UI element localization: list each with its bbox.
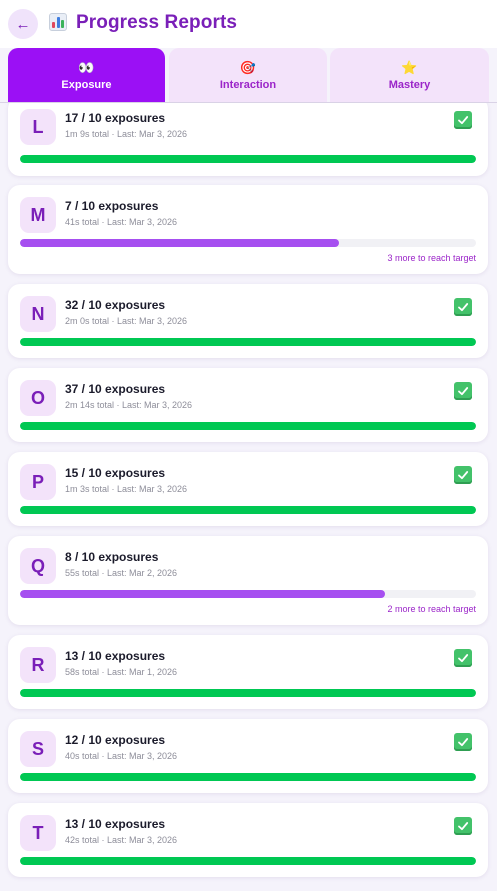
- check-icon: [454, 733, 472, 751]
- letter-badge: N: [20, 296, 56, 332]
- exposure-meta: 40s total · Last: Mar 3, 2026: [65, 751, 178, 761]
- progress-fill: [20, 689, 476, 697]
- target-icon: 🎯: [239, 59, 257, 75]
- progress-fill: [20, 506, 476, 514]
- progress-fill: [20, 338, 476, 346]
- letter-card[interactable]: L 17 / 10 exposures 1m 9s total · Last: …: [8, 103, 488, 176]
- progress-list[interactable]: L 17 / 10 exposures 1m 9s total · Last: …: [0, 103, 497, 891]
- page-title: Progress Reports: [76, 12, 238, 33]
- check-icon: [454, 649, 472, 667]
- progress-track: [20, 422, 476, 430]
- app-header: ← Progress Reports: [0, 0, 497, 48]
- letter-badge: T: [20, 815, 56, 851]
- tab-label: Interaction: [219, 78, 277, 91]
- progress-fill: [20, 857, 476, 865]
- progress-fill: [20, 773, 476, 781]
- check-icon: [454, 111, 472, 129]
- exposure-meta: 58s total · Last: Mar 1, 2026: [65, 667, 178, 677]
- exposure-meta: 2m 0s total · Last: Mar 3, 2026: [65, 316, 188, 326]
- exposure-count: 17 / 10 exposures: [65, 111, 166, 125]
- exposure-count: 32 / 10 exposures: [65, 298, 166, 312]
- exposure-meta: 42s total · Last: Mar 3, 2026: [65, 835, 178, 845]
- letter-card[interactable]: Q 8 / 10 exposures 55s total · Last: Mar…: [8, 536, 488, 625]
- progress-track: [20, 773, 476, 781]
- letter-card[interactable]: N 32 / 10 exposures 2m 0s total · Last: …: [8, 284, 488, 358]
- title-group: Progress Reports: [49, 12, 237, 34]
- letter-card[interactable]: M 7 / 10 exposures 41s total · Last: Mar…: [8, 185, 488, 274]
- star-icon: ⭐: [401, 59, 418, 75]
- exposure-meta: 55s total · Last: Mar 2, 2026: [65, 568, 178, 578]
- tab-label: Mastery: [388, 78, 431, 91]
- progress-fill: [20, 155, 476, 163]
- report-tabs: 👀 Exposure 🎯 Interaction ⭐ Mastery: [8, 48, 489, 102]
- progress-track: [20, 590, 476, 598]
- progress-fill: [20, 590, 385, 598]
- letter-badge: S: [20, 731, 56, 767]
- tab-interaction[interactable]: 🎯 Interaction: [169, 48, 327, 102]
- letter-card[interactable]: S 12 / 10 exposures 40s total · Last: Ma…: [8, 719, 488, 793]
- check-icon: [454, 382, 472, 400]
- progress-track: [20, 239, 476, 247]
- check-icon: [454, 817, 472, 835]
- bar-chart-icon: [49, 13, 67, 31]
- exposure-count: 15 / 10 exposures: [65, 466, 166, 480]
- letter-badge: O: [20, 380, 56, 416]
- exposure-count: 13 / 10 exposures: [65, 817, 166, 831]
- tab-mastery[interactable]: ⭐ Mastery: [330, 48, 489, 102]
- target-hint: 3 more to reach target: [387, 253, 476, 263]
- target-hint: 2 more to reach target: [387, 604, 476, 614]
- eyes-icon: 👀: [78, 59, 95, 75]
- check-icon: [454, 298, 472, 316]
- exposure-meta: 1m 9s total · Last: Mar 3, 2026: [65, 129, 188, 139]
- tab-exposure[interactable]: 👀 Exposure: [8, 48, 165, 102]
- letter-badge: L: [20, 109, 56, 145]
- exposure-count: 13 / 10 exposures: [65, 649, 166, 663]
- tab-label: Exposure: [61, 78, 112, 91]
- progress-fill: [20, 422, 476, 430]
- letter-badge: R: [20, 647, 56, 683]
- back-button[interactable]: ←: [8, 9, 38, 39]
- exposure-meta: 41s total · Last: Mar 3, 2026: [65, 217, 178, 227]
- progress-track: [20, 506, 476, 514]
- letter-card[interactable]: P 15 / 10 exposures 1m 3s total · Last: …: [8, 452, 488, 526]
- exposure-count: 37 / 10 exposures: [65, 382, 166, 396]
- progress-fill: [20, 239, 340, 247]
- letter-badge: M: [20, 197, 56, 233]
- exposure-meta: 2m 14s total · Last: Mar 3, 2026: [65, 400, 193, 410]
- letter-card[interactable]: O 37 / 10 exposures 2m 14s total · Last:…: [8, 368, 488, 442]
- check-icon: [454, 466, 472, 484]
- letter-badge: Q: [20, 548, 56, 584]
- letter-card[interactable]: R 13 / 10 exposures 58s total · Last: Ma…: [8, 635, 488, 709]
- letter-badge: P: [20, 464, 56, 500]
- exposure-meta: 1m 3s total · Last: Mar 3, 2026: [65, 484, 188, 494]
- exposure-count: 12 / 10 exposures: [65, 733, 166, 747]
- progress-track: [20, 857, 476, 865]
- progress-track: [20, 155, 476, 163]
- exposure-count: 8 / 10 exposures: [65, 550, 159, 564]
- progress-track: [20, 689, 476, 697]
- exposure-count: 7 / 10 exposures: [65, 199, 159, 213]
- progress-track: [20, 338, 476, 346]
- letter-card[interactable]: T 13 / 10 exposures 42s total · Last: Ma…: [8, 803, 488, 877]
